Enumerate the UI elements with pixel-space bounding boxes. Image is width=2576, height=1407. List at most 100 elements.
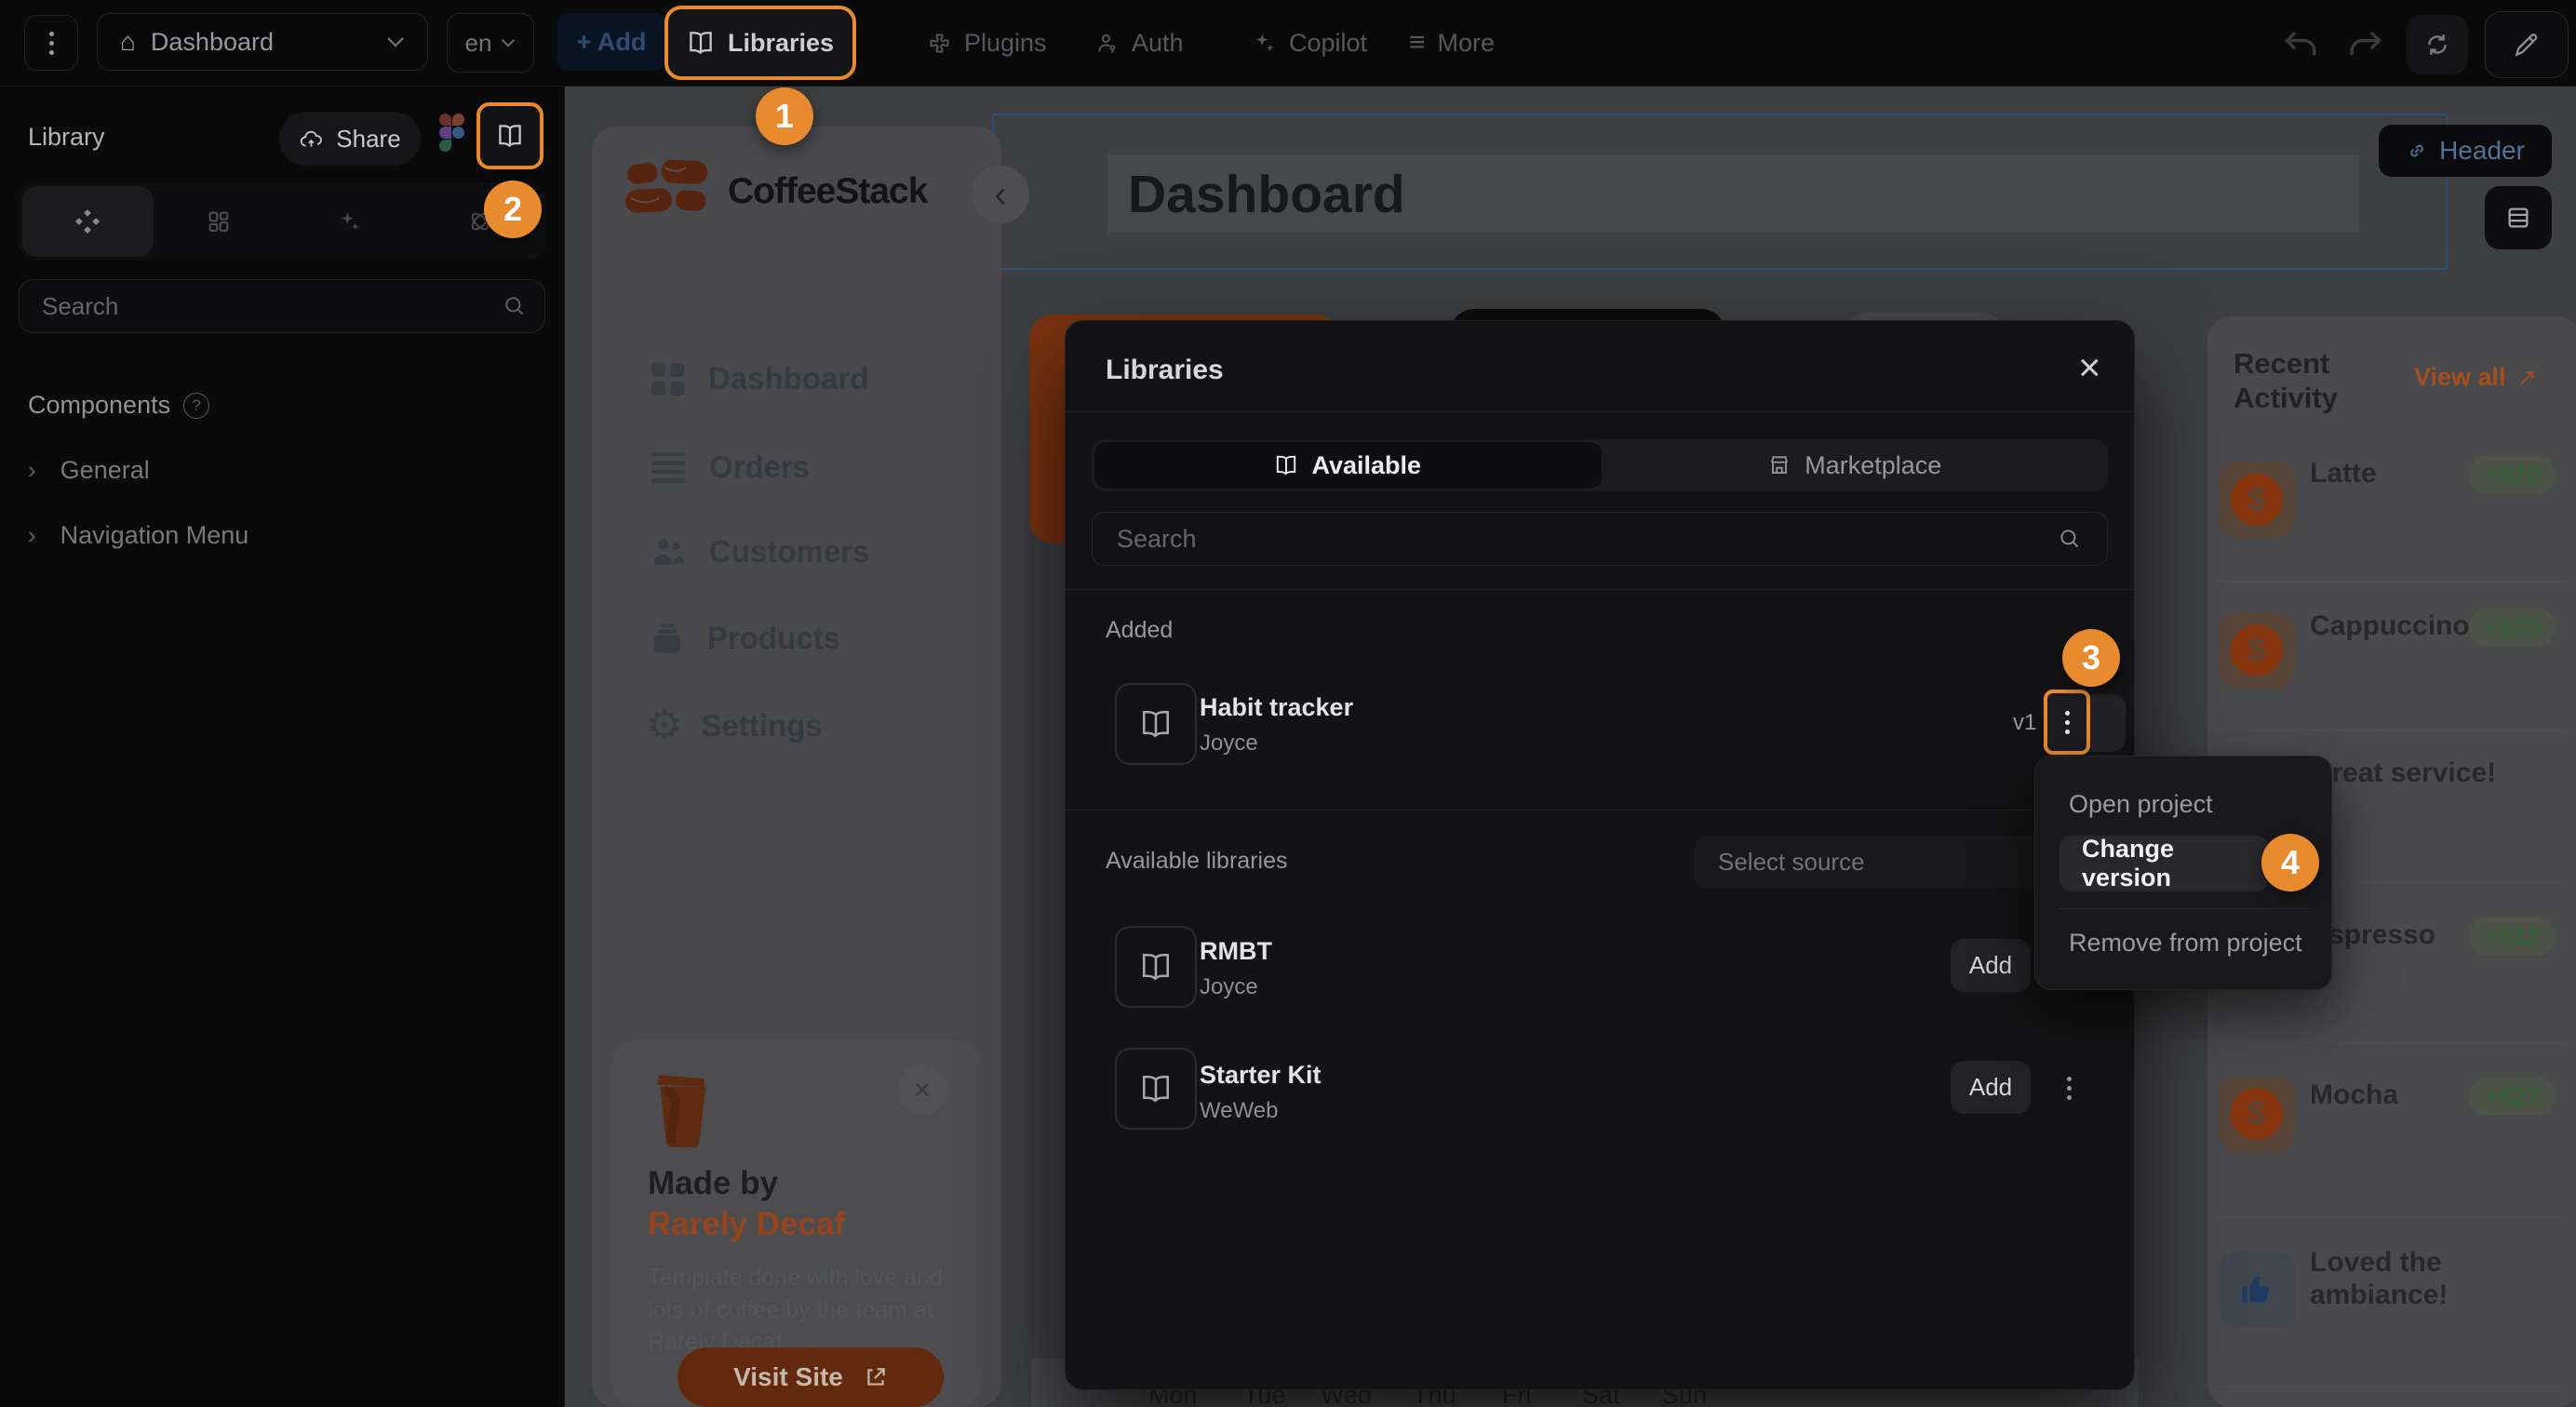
redo-icon [2345, 26, 2384, 61]
add-button[interactable]: + Add [557, 13, 666, 71]
pencil-icon [2512, 30, 2542, 60]
tab-available[interactable]: Available [1094, 442, 1602, 489]
modal-tabbar: Available Marketplace [1092, 439, 2108, 491]
toolbar-item-more[interactable]: ≡ More [1409, 24, 1495, 61]
activity-icon-sale: $ [2219, 462, 2295, 538]
figma-icon[interactable] [439, 114, 464, 152]
modal-search-input[interactable] [1092, 512, 2108, 566]
activity-icon-review [2219, 1251, 2295, 1327]
made-by-line2: Rarely Decaf [648, 1206, 845, 1243]
app-nav-dashboard[interactable]: Dashboard [651, 361, 868, 396]
activity-amount-badge: +$27 [2469, 1078, 2556, 1116]
activity-amount-badge: +$12 [2469, 918, 2556, 956]
view-all-link[interactable]: View all ↗ [2414, 363, 2537, 392]
book-icon [1139, 1072, 1173, 1106]
close-icon[interactable]: × [2078, 345, 2101, 390]
tab-marketplace[interactable]: Marketplace [1602, 442, 2109, 489]
toolbar-item-plugins[interactable]: Plugins [927, 24, 1047, 61]
kebab-icon [2067, 1077, 2072, 1100]
visit-site-button[interactable]: Visit Site [678, 1347, 944, 1407]
library-options-button[interactable] [2050, 1065, 2087, 1110]
sidebar-collapse-button[interactable]: ‹ [972, 166, 1029, 223]
library-version: v1 [2013, 710, 2036, 736]
sync-button[interactable] [2407, 15, 2468, 74]
tab-ai[interactable] [284, 208, 415, 234]
external-link-icon [864, 1365, 888, 1389]
app-nav-label: Dashboard [708, 361, 868, 396]
divider [2215, 1217, 2567, 1218]
visit-site-label: Visit Site [733, 1362, 843, 1392]
tab-components[interactable] [22, 186, 154, 257]
search-icon [2058, 527, 2082, 551]
app-nav-orders[interactable]: Orders [651, 449, 810, 485]
dismiss-card-button[interactable]: × [897, 1065, 947, 1115]
thumbs-up-icon [2236, 1268, 2277, 1309]
component-group-general[interactable]: › General [28, 456, 150, 485]
app-nav-settings[interactable]: ⚙ Settings [646, 705, 823, 746]
app-nav-label: Products [707, 621, 840, 656]
made-by-line1: Made by [648, 1165, 778, 1202]
book-icon [1139, 707, 1173, 741]
activity-item-meta: Review · 1hr ago [2310, 806, 2515, 838]
divider [1066, 810, 2134, 811]
box-icon [648, 620, 687, 657]
selected-element-badge[interactable]: Header [2379, 125, 2552, 177]
menu-item-change-version[interactable]: Change version [2059, 836, 2268, 891]
coffeestack-logo-icon [625, 160, 718, 218]
app-nav-customers[interactable]: Customers [648, 532, 869, 571]
library-toggle-button[interactable] [476, 102, 543, 169]
edit-mode-button[interactable] [2485, 11, 2569, 78]
tab-blocks[interactable] [154, 208, 285, 234]
app-nav-label: Customers [709, 534, 869, 570]
book-icon [496, 122, 524, 150]
cloud-upload-icon [299, 128, 325, 149]
undo-button[interactable] [2282, 26, 2321, 61]
arrow-up-right-icon: ↗ [2517, 364, 2537, 392]
panel-icon [2504, 204, 2532, 232]
language-dropdown[interactable]: en [447, 13, 534, 73]
toolbar-item-label: Plugins [964, 29, 1047, 58]
step-number: 3 [2082, 638, 2100, 677]
step-number: 4 [2281, 843, 2300, 882]
app-nav-products[interactable]: Products [648, 620, 840, 657]
library-tabbar [19, 182, 545, 261]
user-icon [1094, 31, 1120, 56]
panel-title: Library [28, 123, 105, 152]
activity-item-title: Latte [2310, 458, 2377, 489]
close-icon: × [914, 1073, 932, 1107]
add-library-button[interactable]: Add [1951, 939, 2031, 992]
toolbar-item-label: Auth [1132, 29, 1184, 58]
library-icon [1115, 1048, 1197, 1130]
toolbar-item-label: More [1438, 29, 1496, 58]
app-nav-label: Orders [709, 449, 810, 485]
component-group-navigation-menu[interactable]: › Navigation Menu [28, 521, 248, 550]
toolbar-item-copilot[interactable]: Copilot [1251, 24, 1367, 61]
add-library-button[interactable]: Add [1951, 1061, 2031, 1114]
chevron-down-icon [501, 38, 516, 47]
panel-toggle-button[interactable] [2485, 186, 2552, 249]
menu-item-remove-from-project[interactable]: Remove from project [2069, 929, 2302, 958]
libraries-button[interactable]: Libraries [664, 6, 856, 80]
toolbar-item-auth[interactable]: Auth [1094, 24, 1184, 61]
menu-item-open-project[interactable]: Open project [2069, 790, 2213, 819]
activity-item-meta: Review · 4hrs ago [2310, 1323, 2533, 1355]
hamburger-icon: ≡ [1409, 27, 1426, 59]
book-icon [1274, 453, 1298, 477]
add-label: Add [1969, 951, 2012, 980]
library-author: Joyce [1200, 730, 1258, 757]
help-icon[interactable]: ? [183, 393, 209, 419]
library-panel: Library Share Components ? › Gen [0, 86, 565, 1407]
page-selector-dropdown[interactable]: ⌂ Dashboard [97, 13, 428, 71]
share-button[interactable]: Share [279, 112, 421, 166]
coffee-cup-icon [650, 1070, 715, 1150]
library-search-input[interactable] [19, 279, 545, 333]
diamond-dots-icon [74, 208, 101, 235]
library-options-button[interactable] [2044, 690, 2090, 755]
step-annotation-1: 1 [756, 87, 813, 145]
dollar-icon: $ [2231, 624, 2283, 677]
toolbar-kebab-button[interactable] [24, 15, 78, 71]
link-icon [2406, 140, 2428, 162]
activity-item-title: Cappuccino [2310, 610, 2470, 642]
step-number: 2 [503, 190, 522, 229]
redo-button[interactable] [2345, 26, 2384, 61]
